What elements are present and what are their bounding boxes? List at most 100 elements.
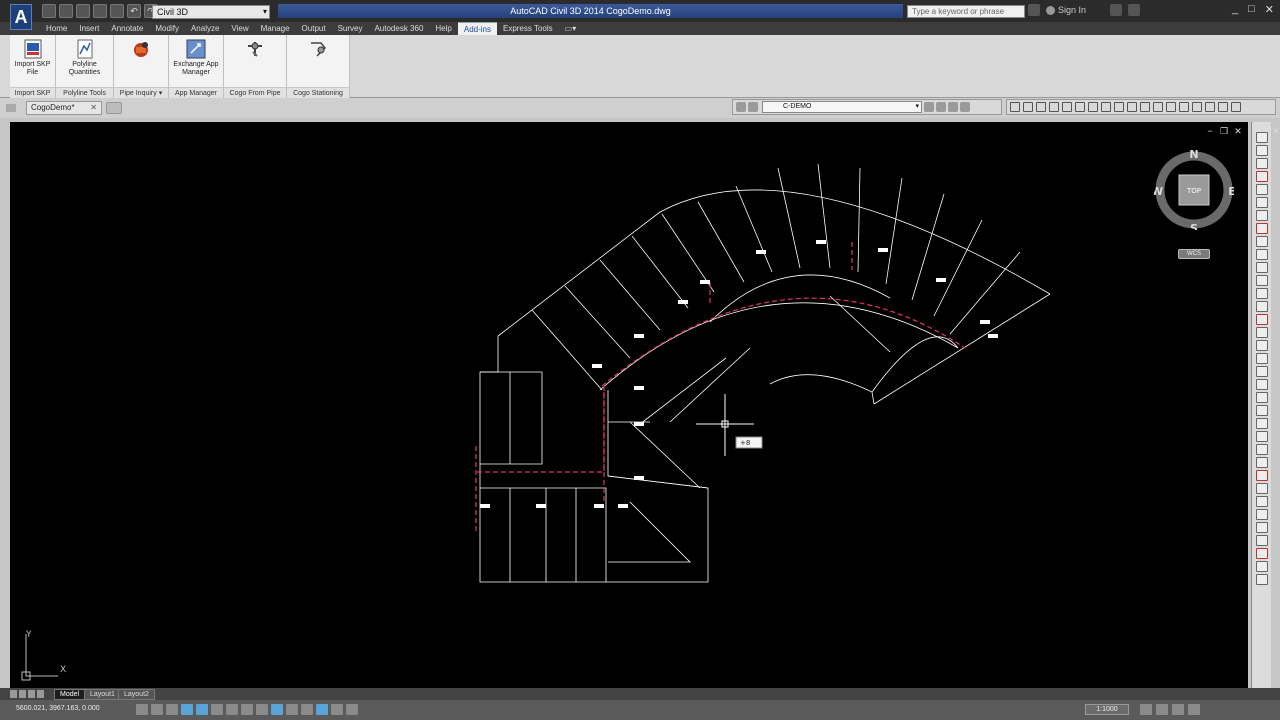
model-space-canvas[interactable]: +8 <box>10 122 1248 688</box>
close-icon[interactable]: ✕ <box>90 102 97 114</box>
sign-in-button[interactable]: Sign In <box>1046 5 1086 16</box>
tab-insert[interactable]: Insert <box>73 22 105 35</box>
open-icon[interactable] <box>59 4 73 18</box>
copy-tool-icon[interactable] <box>1255 392 1268 403</box>
layer-state-icon[interactable] <box>748 102 758 112</box>
import-skp-button[interactable]: Import SKP File <box>10 38 55 77</box>
undo-icon[interactable]: ↶ <box>127 4 141 18</box>
ducs-icon[interactable] <box>256 704 268 715</box>
fillet-icon[interactable] <box>1179 102 1189 112</box>
polyline-icon[interactable] <box>1023 102 1033 112</box>
mirror-tool-icon[interactable] <box>1255 405 1268 416</box>
layer-match-icon[interactable] <box>948 102 958 112</box>
isolate-objects-icon[interactable] <box>1172 704 1184 715</box>
plot-icon[interactable] <box>110 4 124 18</box>
file-tabs-menu-icon[interactable] <box>6 104 16 112</box>
exchange-icon[interactable] <box>1110 4 1122 16</box>
point-icon[interactable] <box>1255 301 1268 312</box>
table-icon[interactable] <box>1255 353 1268 364</box>
text-icon[interactable] <box>1231 102 1241 112</box>
make-block-icon[interactable] <box>1255 288 1268 299</box>
insert-block-icon[interactable] <box>1255 275 1268 286</box>
offset-icon[interactable] <box>1153 102 1163 112</box>
tab-express-tools[interactable]: Express Tools <box>497 22 559 35</box>
tab-manage[interactable]: Manage <box>255 22 296 35</box>
osnap-icon[interactable] <box>211 704 223 715</box>
make-current-icon[interactable] <box>924 102 934 112</box>
clean-screen-icon[interactable] <box>1188 704 1200 715</box>
explode-tool-icon[interactable] <box>1255 574 1268 585</box>
line-tool-icon[interactable] <box>1255 132 1268 143</box>
stretch-icon[interactable] <box>1114 102 1124 112</box>
ortho-icon[interactable] <box>181 704 193 715</box>
polygon-icon[interactable] <box>1255 171 1268 182</box>
ellipse-icon[interactable] <box>1255 249 1268 260</box>
layer-properties-icon[interactable] <box>736 102 746 112</box>
search-input[interactable]: Type a keyword or phrase <box>907 5 1025 18</box>
tab-autodesk-360[interactable]: Autodesk 360 <box>368 22 429 35</box>
offset-tool-icon[interactable] <box>1255 418 1268 429</box>
triangle-icon[interactable] <box>1036 102 1046 112</box>
first-layout-icon[interactable] <box>10 690 17 698</box>
tab-layout2[interactable]: Layout2 <box>118 689 155 700</box>
annotation-monitor-icon[interactable] <box>346 704 358 715</box>
tab-model[interactable]: Model <box>54 689 86 700</box>
close-button[interactable]: ✕ <box>1265 3 1274 16</box>
pipe-inquiry-button[interactable] <box>115 38 167 61</box>
array-icon[interactable] <box>1192 102 1202 112</box>
join-icon[interactable] <box>1255 535 1268 546</box>
otrack-icon[interactable] <box>241 704 253 715</box>
move-tool-icon[interactable] <box>1255 444 1268 455</box>
3d-osnap-icon[interactable] <box>226 704 238 715</box>
tab-annotate[interactable]: Annotate <box>105 22 149 35</box>
chamfer-icon[interactable] <box>1255 548 1268 559</box>
hatch-tool-icon[interactable] <box>1255 314 1268 325</box>
erase-icon[interactable] <box>1049 102 1059 112</box>
stretch-tool-icon[interactable] <box>1255 483 1268 494</box>
tab-layout1[interactable]: Layout1 <box>84 689 121 700</box>
tab-output[interactable]: Output <box>296 22 332 35</box>
mtext-icon[interactable] <box>1255 366 1268 377</box>
tab-modify[interactable]: Modify <box>149 22 185 35</box>
dyn-icon[interactable] <box>271 704 283 715</box>
trim-tool-icon[interactable] <box>1255 496 1268 507</box>
compass-north[interactable]: N <box>1189 150 1198 161</box>
hatch-icon[interactable] <box>1218 102 1228 112</box>
panel-title-pipe-inquiry[interactable]: Pipe Inquiry ▾ <box>114 87 168 98</box>
viewcube[interactable]: TOP N S E W <box>1154 150 1234 230</box>
viewport-close-icon[interactable]: ✕ <box>1234 127 1242 136</box>
cogo-from-pipe-button[interactable] <box>229 38 281 61</box>
compass-east[interactable]: E <box>1228 185 1234 198</box>
break-icon[interactable] <box>1255 522 1268 533</box>
polar-icon[interactable] <box>196 704 208 715</box>
construction-line-icon[interactable] <box>1255 145 1268 156</box>
workspace-icon[interactable] <box>1140 704 1152 715</box>
tab-survey[interactable]: Survey <box>332 22 369 35</box>
gradient-icon[interactable] <box>1255 327 1268 338</box>
tab-home[interactable]: Home <box>40 22 73 35</box>
application-menu-button[interactable]: A <box>10 4 32 30</box>
minimize-button[interactable]: _ <box>1232 3 1238 16</box>
array-tool-icon[interactable] <box>1255 431 1268 442</box>
polyline-quantities-button[interactable]: Polyline Quantities <box>59 38 111 77</box>
viewport-restore-icon[interactable]: ❐ <box>1220 127 1228 136</box>
rotate-icon[interactable] <box>1088 102 1098 112</box>
new-icon[interactable] <box>42 4 56 18</box>
copy-icon[interactable] <box>1062 102 1072 112</box>
next-layout-icon[interactable] <box>28 690 35 698</box>
tab-add-ins[interactable]: Add-ins <box>457 22 497 35</box>
new-drawing-tab-button[interactable] <box>106 102 122 114</box>
explode-icon[interactable] <box>1205 102 1215 112</box>
compass-south[interactable]: S <box>1190 222 1198 230</box>
last-layout-icon[interactable] <box>37 690 44 698</box>
exchange-app-manager-button[interactable]: Exchange App Manager <box>170 38 222 77</box>
quick-properties-icon[interactable] <box>316 704 328 715</box>
scale-tool-icon[interactable] <box>1255 470 1268 481</box>
tab-view[interactable]: View <box>225 22 254 35</box>
ellipse-arc-icon[interactable] <box>1255 262 1268 273</box>
extend-icon[interactable] <box>1140 102 1150 112</box>
lock-icon[interactable] <box>1156 704 1168 715</box>
line-icon[interactable] <box>1010 102 1020 112</box>
viewport-minimize-icon[interactable]: − <box>1206 127 1214 136</box>
arc-icon[interactable] <box>1255 197 1268 208</box>
